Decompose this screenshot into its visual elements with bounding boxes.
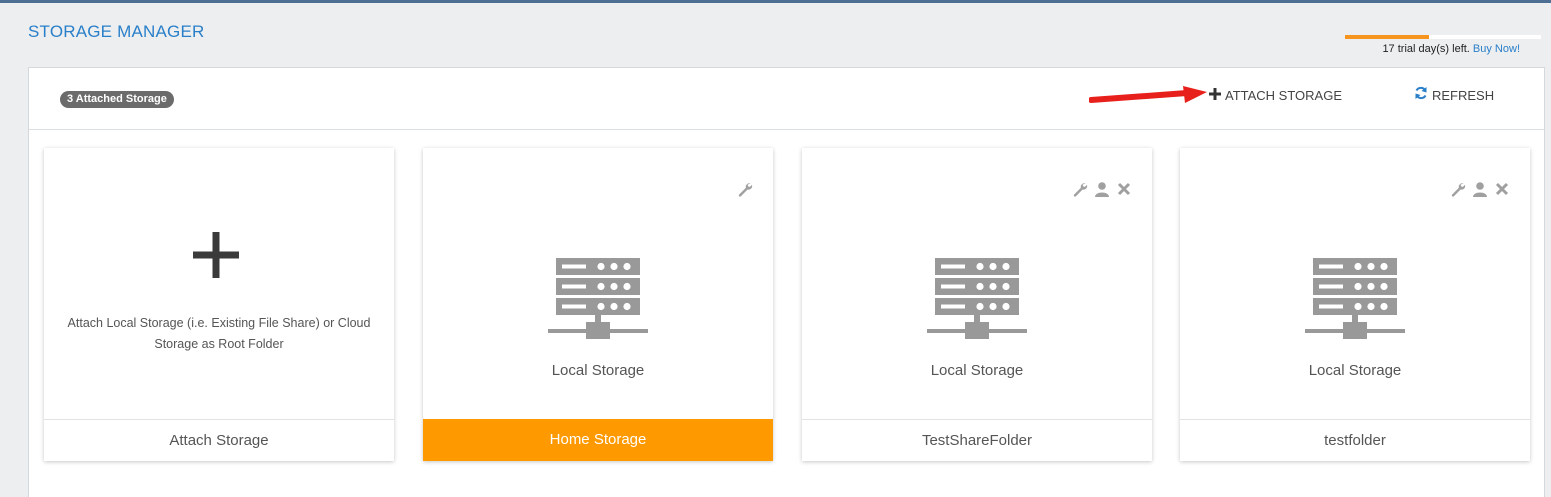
- server-icon: [548, 258, 648, 339]
- page-title: STORAGE MANAGER: [28, 22, 205, 41]
- card-footer-testfolder[interactable]: testfolder: [1180, 419, 1530, 461]
- server-icon: [1305, 258, 1405, 339]
- card-footer-home-storage[interactable]: Home Storage: [423, 419, 773, 461]
- trial-text: 17 trial day(s) left. Buy Now!: [1345, 43, 1541, 55]
- storage-type-label: Local Storage: [1308, 362, 1402, 379]
- trial-progress-fill: [1345, 35, 1430, 39]
- trial-progress-bar: [1345, 35, 1541, 39]
- storage-card-testsharefolder[interactable]: Local Storage TestShareFolder: [802, 148, 1152, 461]
- trial-days-left: 17 trial day(s) left.: [1382, 43, 1470, 55]
- trial-status: 17 trial day(s) left. Buy Now!: [1345, 35, 1541, 55]
- storage-type-label: Local Storage: [930, 362, 1024, 379]
- card-footer-attach-storage[interactable]: Attach Storage: [44, 419, 394, 461]
- panel-header: 3 Attached Storage ATTACH STORAGE REFRES…: [29, 68, 1544, 130]
- server-icon: [927, 258, 1027, 339]
- attach-storage-label: ATTACH STORAGE: [1225, 88, 1343, 103]
- storage-panel: 3 Attached Storage ATTACH STORAGE REFRES…: [28, 67, 1545, 497]
- attach-storage-card[interactable]: Attach Local Storage (i.e. Existing File…: [44, 148, 394, 461]
- storage-type-label: Local Storage: [551, 362, 645, 379]
- storage-card-testfolder[interactable]: Local Storage testfolder: [1180, 148, 1530, 461]
- buy-now-link[interactable]: Buy Now!: [1473, 43, 1520, 55]
- attach-description: Attach Local Storage (i.e. Existing File…: [67, 316, 371, 351]
- top-border: [0, 0, 1551, 3]
- storage-card-home[interactable]: Local Storage Home Storage: [423, 148, 773, 461]
- attached-count-badge: 3 Attached Storage: [60, 91, 174, 108]
- card-tools: [737, 181, 753, 197]
- red-arrow-annotation: [1089, 86, 1207, 103]
- card-footer-testsharefolder[interactable]: TestShareFolder: [802, 419, 1152, 461]
- refresh-icon: [1414, 86, 1428, 106]
- plus-icon: [1209, 86, 1221, 106]
- attach-storage-button[interactable]: ATTACH STORAGE: [1209, 86, 1342, 106]
- refresh-button[interactable]: REFRESH: [1414, 86, 1494, 106]
- user-icon[interactable]: [1472, 181, 1488, 197]
- close-icon[interactable]: [1116, 181, 1132, 197]
- add-icon: [193, 232, 239, 278]
- close-icon[interactable]: [1494, 181, 1510, 197]
- wrench-icon[interactable]: [1072, 181, 1088, 197]
- user-icon[interactable]: [1094, 181, 1110, 197]
- wrench-icon[interactable]: [1450, 181, 1466, 197]
- refresh-label: REFRESH: [1432, 88, 1495, 103]
- card-tools: [1072, 181, 1132, 197]
- card-tools: [1450, 181, 1510, 197]
- wrench-icon[interactable]: [737, 181, 753, 197]
